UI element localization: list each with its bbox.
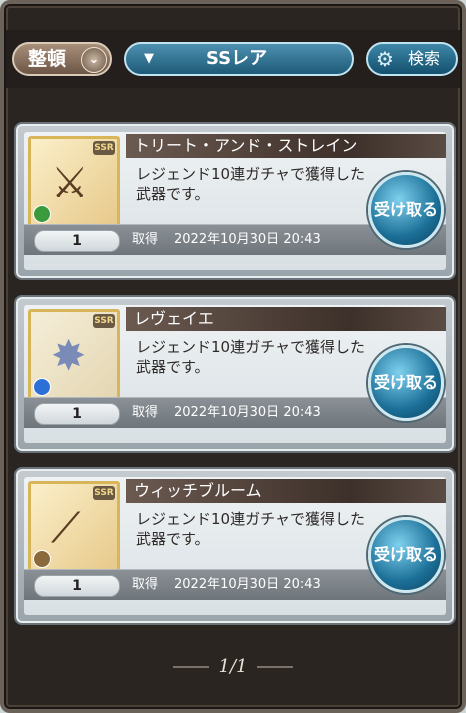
rarity-filter-value: SSレア <box>206 48 268 69</box>
weapon-thumbnail: SSR ⚔ <box>28 136 120 228</box>
item-name: ウィッチブルーム <box>126 479 446 503</box>
item-quantity: 1 <box>34 230 120 252</box>
rarity-badge: SSR <box>93 314 115 328</box>
acquired-info: 取得 2022年10月30日 20:43 <box>132 230 321 250</box>
chevron-down-icon: ⌄ <box>81 47 107 73</box>
pager-ornament-left <box>172 666 209 668</box>
sort-button[interactable]: 整頓 ⌄ <box>12 42 112 76</box>
search-label: 検索 <box>407 49 440 68</box>
item-quantity: 1 <box>34 403 120 425</box>
acquired-info: 取得 2022年10月30日 20:43 <box>132 403 321 423</box>
element-icon <box>33 205 51 223</box>
page-indicator: 1/1 <box>218 656 248 677</box>
item-description: レジェンド10連ガチャで獲得した武器です。 <box>136 510 365 548</box>
item-name: レヴェイエ <box>126 307 446 331</box>
element-icon <box>33 550 51 568</box>
acquired-info: 取得 2022年10月30日 20:43 <box>132 575 321 595</box>
acquired-label: 取得 <box>132 405 159 420</box>
pager-ornament-right <box>257 666 294 668</box>
broom-icon: ⟋ <box>51 503 81 552</box>
gift-item-card: SSR ✸ レヴェイエ レジェンド10連ガチャで獲得した武器です。 1 取得 20… <box>16 297 454 451</box>
element-icon <box>33 378 51 396</box>
gear-icon: ⚙ <box>376 47 394 71</box>
item-description: レジェンド10連ガチャで獲得した武器です。 <box>136 338 365 376</box>
rarity-badge: SSR <box>93 141 115 155</box>
acquired-label: 取得 <box>132 232 159 247</box>
pagination: 1/1 <box>0 656 466 680</box>
gift-item-card: SSR ⟋ ウィッチブルーム レジェンド10連ガチャで獲得した武器です。 1 取… <box>16 469 454 623</box>
acquired-date: 2022年10月30日 20:43 <box>174 232 321 247</box>
rarity-filter-dropdown[interactable]: ▼ SSレア <box>124 42 354 76</box>
acquired-date: 2022年10月30日 20:43 <box>174 405 321 420</box>
item-name: トリート・アンド・ストレイン <box>126 134 446 158</box>
receive-button[interactable]: 受け取る <box>368 172 444 248</box>
item-quantity: 1 <box>34 575 120 597</box>
acquired-date: 2022年10月30日 20:43 <box>174 577 321 592</box>
rarity-badge: SSR <box>93 486 115 500</box>
acquired-label: 取得 <box>132 577 159 592</box>
receive-button[interactable]: 受け取る <box>368 517 444 593</box>
gift-item-card: SSR ⚔ トリート・アンド・ストレイン レジェンド10連ガチャで獲得した武器で… <box>16 124 454 278</box>
winged-spear-icon: ✸ <box>51 331 87 380</box>
scythe-icon: ⚔ <box>51 158 89 207</box>
item-description: レジェンド10連ガチャで獲得した武器です。 <box>136 165 365 203</box>
weapon-thumbnail: SSR ✸ <box>28 309 120 401</box>
weapon-thumbnail: SSR ⟋ <box>28 481 120 573</box>
dropdown-arrow-icon: ▼ <box>144 51 154 66</box>
receive-button[interactable]: 受け取る <box>368 345 444 421</box>
sort-label: 整頓 <box>28 48 67 70</box>
search-button[interactable]: ⚙ 検索 <box>366 42 458 76</box>
